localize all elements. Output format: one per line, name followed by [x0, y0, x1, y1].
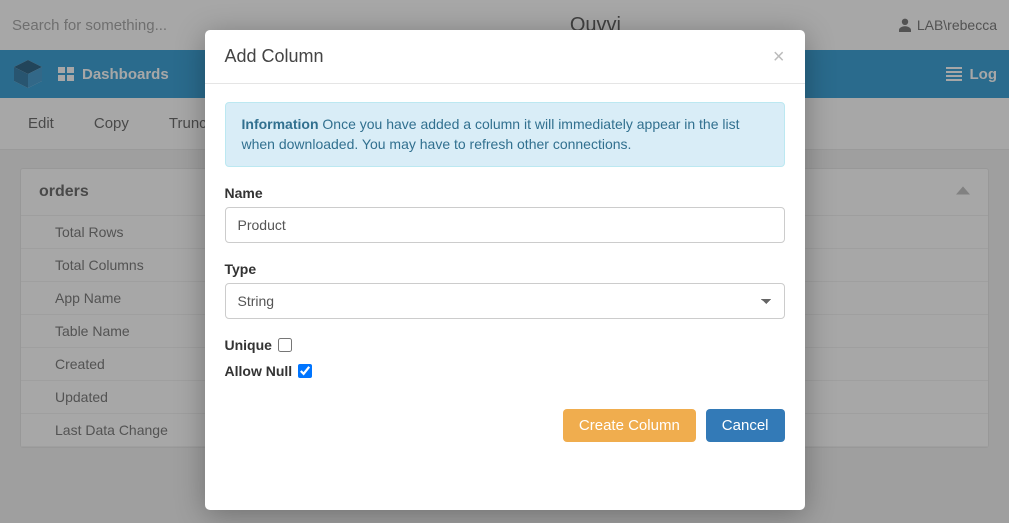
allow-null-label: Allow Null	[225, 363, 293, 379]
allow-null-checkbox[interactable]	[298, 364, 312, 378]
create-column-button[interactable]: Create Column	[563, 409, 696, 442]
unique-checkbox[interactable]	[278, 338, 292, 352]
type-label: Type	[225, 261, 785, 277]
type-select[interactable]: String	[225, 283, 785, 319]
info-alert: Information Once you have added a column…	[225, 102, 785, 167]
add-column-dialog: Add Column × Information Once you have a…	[205, 30, 805, 510]
modal-title: Add Column	[225, 46, 324, 67]
unique-label: Unique	[225, 337, 272, 353]
name-label: Name	[225, 185, 785, 201]
info-label: Information	[242, 116, 319, 132]
modal-overlay: Add Column × Information Once you have a…	[0, 0, 1009, 523]
name-input[interactable]	[225, 207, 785, 243]
cancel-button[interactable]: Cancel	[706, 409, 785, 442]
close-icon[interactable]: ×	[773, 47, 785, 67]
